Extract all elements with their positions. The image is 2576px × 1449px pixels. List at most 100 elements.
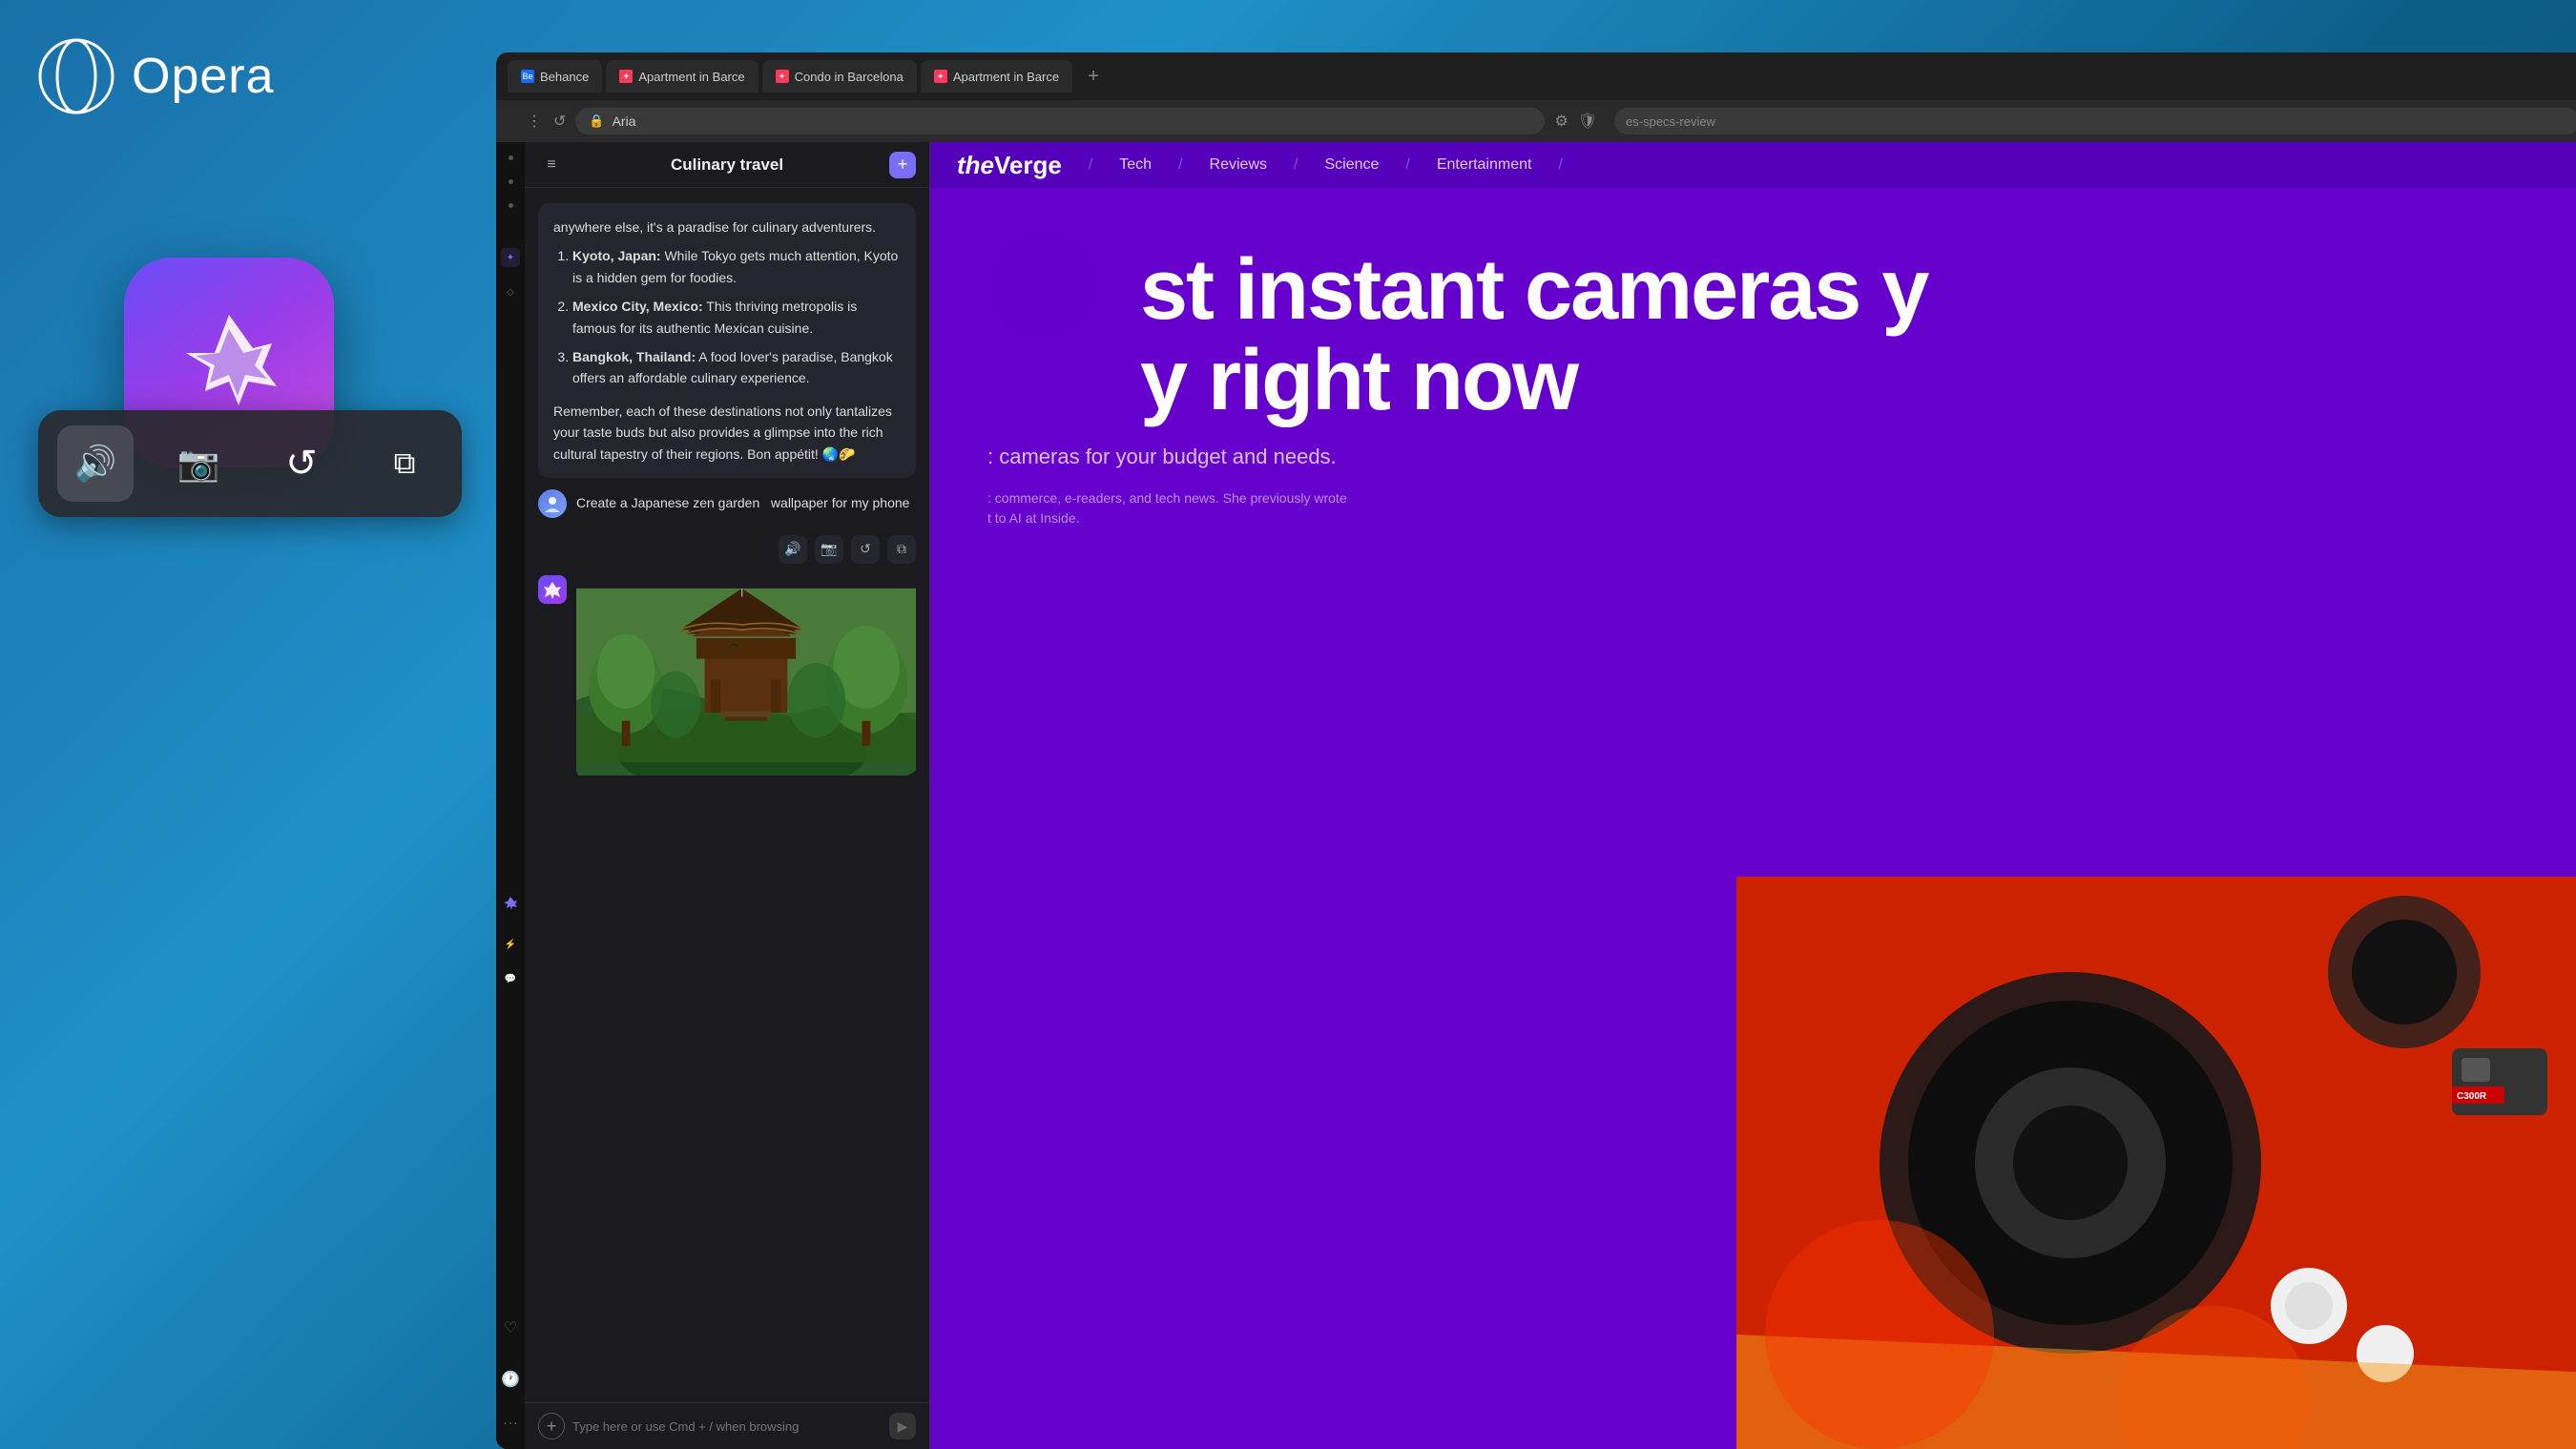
list-item-kyoto: Kyoto, Japan: While Tokyo gets much atte… [572,245,901,288]
user-avatar [538,489,567,518]
opera-logo-icon [38,38,114,114]
opera-logo-text: Opera [132,48,275,105]
send-button[interactable]: ▶ [889,1413,916,1439]
aria-add-button[interactable]: + [889,152,916,178]
aria-mid-icon [503,896,518,911]
nav-tech[interactable]: Tech [1119,156,1152,174]
input-add-button[interactable]: + [538,1413,565,1439]
volume-button[interactable]: 🔊 [57,425,134,502]
aria-header: ≡ Culinary travel + [525,142,929,188]
side-icon-clock[interactable]: 🕐 [496,1365,525,1394]
side-icon-more[interactable]: ⋯ [496,1409,525,1438]
side-dot-2 [509,179,513,184]
aria-messages: anywhere else, it's a paradise for culin… [525,188,929,1402]
shield-icon[interactable]: 🛡 [1578,112,1597,131]
tab-apartment-1[interactable]: ✦ Apartment in Barce [606,60,758,93]
verge-title-line2: y right now [1140,336,1927,426]
urlbar-input[interactable]: 🔒 🔒 Aria [575,108,1545,135]
verge-page: theVerge / Tech / Reviews / Science / En… [930,142,2576,1449]
copy-button[interactable]: ⧉ [366,425,443,502]
nav-science[interactable]: Science [1324,156,1379,174]
side-icon-diamond[interactable]: ◇ [501,282,520,301]
lock-icon: 🔒 [589,114,604,129]
regenerate-button[interactable]: ↺ [851,535,880,564]
tab-apartment-2-label: Apartment in Barce [953,70,1059,84]
nav-sep-3: / [1294,156,1298,174]
aria-input-bar: + ▶ [525,1402,929,1449]
verge-hero-subtitle: : cameras for your budget and needs. [987,445,2538,469]
nav-sep-5: / [1558,156,1562,174]
add-tab-button[interactable]: + [1080,63,1107,90]
verge-hero-meta: : commerce, e-readers, and tech news. Sh… [987,488,1560,528]
nav-sep-4: / [1405,156,1409,174]
verge-title-line1: st instant cameras y [1140,245,1927,336]
airbnb-favicon-3: ✦ [934,70,947,83]
tab-behance[interactable]: Be Behance [508,60,602,93]
more-options-icon[interactable]: ⋮ [527,112,542,131]
speak-button[interactable]: 🔊 [779,535,807,564]
side-icon-flash[interactable]: ⚡ [501,936,520,955]
side-icon-chat[interactable]: 💬 [501,970,520,989]
tab-apartment-2[interactable]: ✦ Apartment in Barce [921,60,1072,93]
generated-image-container [576,575,916,780]
second-urlbar-text: es-specs-review [1626,114,1715,129]
tab-apartment-1-label: Apartment in Barce [638,70,744,84]
copy-image-button[interactable]: ⧉ [887,535,916,564]
browser-refresh-icon[interactable]: ↺ [553,112,566,131]
browser-window: Be Behance ✦ Apartment in Barce ✦ Condo … [496,52,2576,1449]
camera-product-area: C300R [1736,877,2576,1449]
camera-icon: 📷 [177,444,220,484]
refresh-icon: ↺ [285,442,318,486]
screenshot-button[interactable]: 📷 [815,535,843,564]
web-content: theVerge / Tech / Reviews / Science / En… [930,142,2576,1449]
camera-button[interactable]: 📷 [160,425,237,502]
side-dot-1 [509,155,513,160]
side-icon-star[interactable]: ✦ [501,248,520,267]
ai-message-footer: Remember, each of these destinations not… [553,401,901,465]
copy-icon: ⧉ [394,445,416,482]
culinary-list: Kyoto, Japan: While Tokyo gets much atte… [553,245,901,388]
nav-sep-2: / [1178,156,1182,174]
verge-meta-line2: t to AI at Inside. [987,508,1560,528]
aria-input-field[interactable] [572,1419,882,1434]
ai-message-intro: anywhere else, it's a paradise for culin… [553,217,901,238]
side-icon-aria-mid[interactable] [501,894,520,913]
browser-urlbar: ⋮ ↺ 🔒 🔒 Aria ⚙ 🛡 es-specs-review [496,100,2576,142]
ai-avatar [538,575,567,604]
volume-icon: 🔊 [74,444,117,484]
nav-sep-1: / [1089,156,1092,174]
browser-content: ✦ ◇ ⚡ 💬 ♡ 🕐 ⋯ ≡ Cul [496,142,2576,1449]
verge-nav: theVerge / Tech / Reviews / Science / En… [930,142,2576,188]
list-item-mexico: Mexico City, Mexico: This thriving metro… [572,296,901,339]
ai-avatar-icon [543,580,562,599]
opera-logo: Opera [38,38,275,114]
side-icon-heart[interactable]: ♡ [496,1314,525,1342]
behance-favicon: Be [521,70,534,83]
verge-logo: theVerge [957,151,1062,180]
browser-controls: ⋮ ↺ [511,112,566,131]
svg-text:C300R: C300R [2457,1091,2487,1102]
tab-condo[interactable]: ✦ Condo in Barcelona [762,60,917,93]
list-item-bangkok: Bangkok, Thailand: A food lover's paradi… [572,346,901,389]
verge-hero-title: st instant cameras y y right now [1140,245,1927,425]
airbnb-favicon-2: ✦ [776,70,789,83]
ai-image-message: 🔊 📷 ↺ ⧉ [538,529,916,780]
aria-icon-svg [167,300,291,424]
url-text: Aria [613,114,636,129]
browser-tabs-bar: Be Behance ✦ Apartment in Barce ✦ Condo … [496,52,2576,100]
user-message-zen: Create a Japanese zen garden wallpaper f… [538,489,916,518]
zen-garden-image [576,575,916,776]
floating-toolbar: 🔊 📷 ↺ ⧉ [38,410,462,517]
verge-hero: st instant cameras y y right now : camer… [930,188,2576,567]
aria-side-icons: ✦ ◇ ⚡ 💬 ♡ 🕐 ⋯ [496,142,525,1449]
aria-menu-button[interactable]: ≡ [538,152,565,178]
image-actions: 🔊 📷 ↺ ⧉ [538,529,916,569]
nav-entertainment[interactable]: Entertainment [1437,156,1532,174]
aria-header-title: Culinary travel [671,155,783,175]
user-message-text: Create a Japanese zen garden wallpaper f… [576,489,909,513]
camera-svg: C300R [1736,877,2576,1449]
nav-reviews[interactable]: Reviews [1210,156,1267,174]
refresh-button[interactable]: ↺ [263,425,340,502]
airbnb-favicon-1: ✦ [619,70,633,83]
settings-icon[interactable]: ⚙ [1554,112,1568,131]
